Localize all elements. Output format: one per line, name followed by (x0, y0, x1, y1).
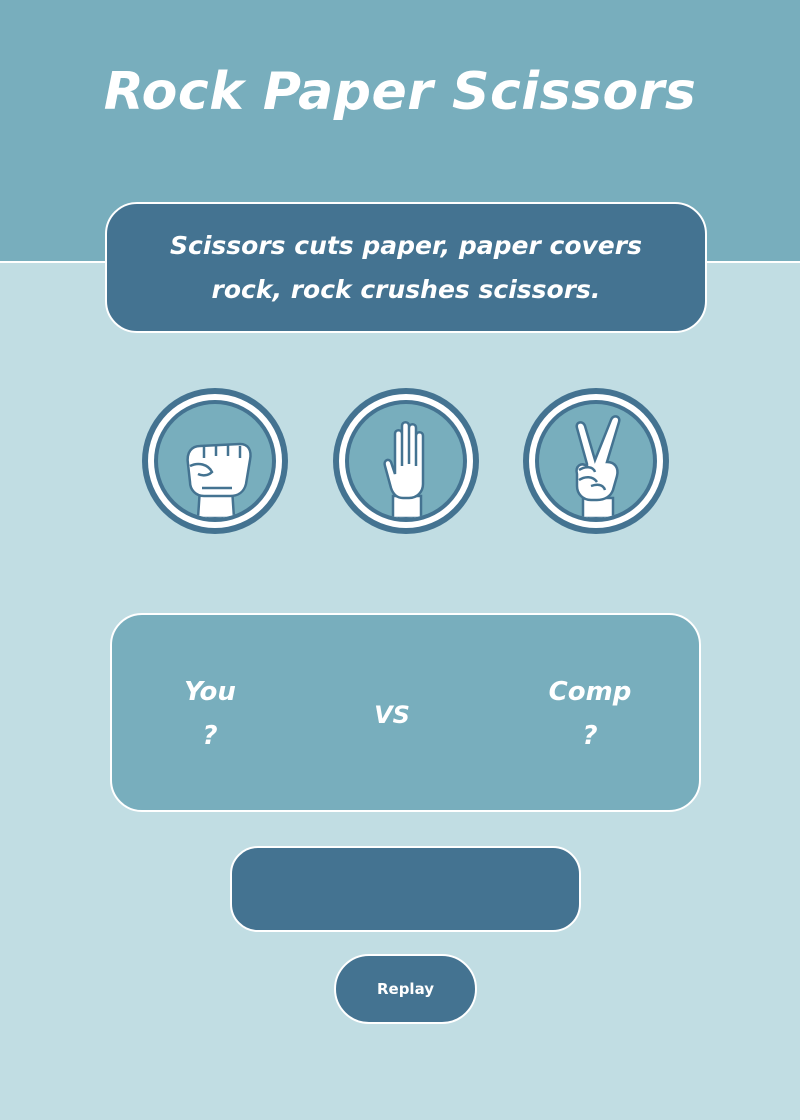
scoreboard: You ? VS Comp ? (110, 613, 701, 812)
rock-hand-icon (186, 442, 252, 518)
replay-button[interactable]: Replay (334, 954, 477, 1024)
rules-text: Scissors cuts paper, paper covers rock, … (170, 230, 642, 304)
comp-choice-value: ? (582, 721, 598, 751)
you-label: You (184, 677, 236, 707)
rock-button[interactable] (142, 388, 288, 534)
vs-label: VS (374, 701, 410, 729)
paper-hand-icon (383, 421, 425, 518)
page-title: Rock Paper Scissors (103, 62, 697, 122)
comp-label: Comp (548, 677, 632, 707)
paper-button[interactable] (333, 388, 479, 534)
choice-buttons (0, 388, 800, 534)
result-display (230, 846, 581, 932)
scissors-button[interactable] (523, 388, 669, 534)
rules-panel: Scissors cuts paper, paper covers rock, … (105, 202, 707, 333)
you-choice-value: ? (202, 721, 218, 751)
scissors-hand-icon (575, 415, 621, 518)
